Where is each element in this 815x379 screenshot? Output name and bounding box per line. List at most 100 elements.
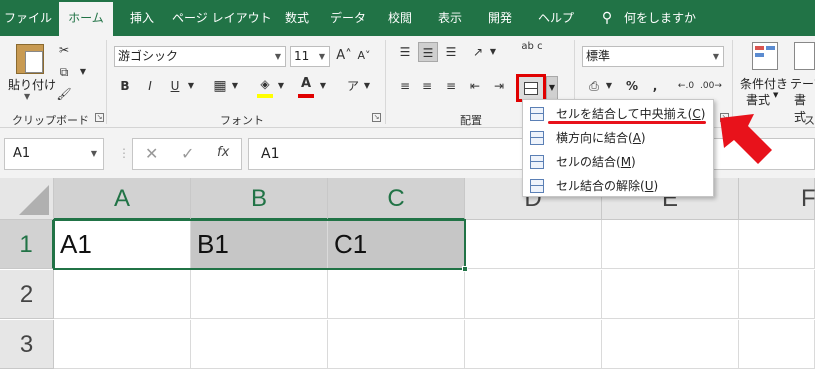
tab-file[interactable]: ファイル [4, 0, 52, 36]
align-middle-icon[interactable]: ☰ [418, 42, 438, 62]
format-as-table-label[interactable]: テーブ [790, 75, 815, 92]
cell-e3[interactable] [602, 320, 739, 369]
align-center-icon[interactable]: ≡ [418, 76, 436, 96]
tell-me-box[interactable]: 何をしますか [624, 0, 696, 36]
increase-decimal-icon[interactable]: ←.0 [676, 76, 696, 96]
cell-a3[interactable] [54, 320, 191, 369]
align-left-icon[interactable]: ≡ [396, 76, 414, 96]
phonetic-chevron-down-icon[interactable]: ▼ [362, 76, 372, 96]
italic-button[interactable]: I [143, 76, 157, 96]
tab-page-layout[interactable]: ページ レイアウト [172, 0, 272, 36]
tab-review[interactable]: 校閲 [382, 0, 418, 36]
row-header-3[interactable]: 3 [0, 320, 54, 369]
cell-d2[interactable] [465, 270, 602, 319]
font-name-combo[interactable]: 游ゴシック ▼ [114, 46, 286, 67]
tab-developer[interactable]: 開発 [482, 0, 518, 36]
copy-icon[interactable]: ⧉ [56, 62, 72, 82]
cell-b3[interactable] [191, 320, 328, 369]
insert-function-icon[interactable]: fx [217, 145, 229, 160]
conditional-chevron-down-icon[interactable]: ▼ [773, 91, 778, 99]
menu-item-merge-cells[interactable]: セルの結合(M) [523, 150, 713, 174]
paste-chevron-down-icon[interactable]: ▼ [24, 92, 30, 101]
cell-e1[interactable] [602, 220, 739, 269]
accounting-format-icon[interactable]: ⎙ [584, 76, 604, 96]
fill-color-icon[interactable]: ◈ [256, 74, 274, 94]
align-bottom-icon[interactable]: ☰ [442, 42, 460, 62]
format-painter-icon[interactable]: 🖌 [56, 84, 72, 104]
copy-chevron-down-icon[interactable]: ▼ [78, 62, 88, 82]
font-color-icon[interactable]: A [298, 74, 314, 94]
decrease-indent-icon[interactable]: ⇤ [466, 76, 484, 96]
enter-icon[interactable]: ✓ [181, 144, 194, 163]
cell-f2[interactable] [739, 270, 815, 319]
cut-icon[interactable]: ✂ [56, 40, 72, 60]
select-all-corner[interactable] [0, 178, 54, 220]
cell-b2[interactable] [191, 270, 328, 319]
cell-f1[interactable] [739, 220, 815, 269]
cell-e2[interactable] [602, 270, 739, 319]
tab-data[interactable]: データ [328, 0, 368, 36]
border-icon[interactable]: ▦ [212, 76, 228, 96]
chevron-down-icon[interactable]: ▼ [315, 47, 329, 66]
cell-c2[interactable] [328, 270, 465, 319]
phonetic-icon[interactable]: ア [344, 76, 362, 96]
orientation-chevron-down-icon[interactable]: ▼ [488, 42, 498, 62]
orientation-icon[interactable]: ↗ [468, 42, 488, 62]
cell-d1[interactable] [465, 220, 602, 269]
paste-icon[interactable] [16, 44, 44, 74]
column-header-b[interactable]: B [191, 178, 328, 220]
cell-c3[interactable] [328, 320, 465, 369]
tab-formulas[interactable]: 数式 [280, 0, 314, 36]
column-header-a[interactable]: A [54, 178, 191, 220]
column-header-f[interactable]: F [739, 178, 815, 220]
merge-chevron-down-icon[interactable]: ▼ [546, 76, 558, 100]
fill-color-swatch [257, 94, 273, 98]
name-box[interactable]: A1 ▼ [4, 138, 104, 170]
align-top-icon[interactable]: ☰ [396, 42, 414, 62]
fill-chevron-down-icon[interactable]: ▼ [276, 76, 286, 96]
conditional-format-label[interactable]: 条件付き [740, 75, 788, 92]
formula-bar-drag-icon[interactable]: ⋮ [118, 146, 130, 160]
font-launcher-icon[interactable]: ↘ [372, 113, 381, 122]
cell-d3[interactable] [465, 320, 602, 369]
tab-help[interactable]: ヘルプ [534, 0, 578, 36]
menu-item-unmerge-cells[interactable]: セル結合の解除(U) [523, 174, 713, 198]
shrink-font-icon[interactable]: A˅ [356, 46, 372, 66]
merge-center-button[interactable] [516, 74, 546, 102]
underline-button[interactable]: U [168, 76, 182, 96]
tab-home[interactable]: ホーム [59, 2, 113, 36]
chevron-down-icon[interactable]: ▼ [709, 47, 723, 66]
border-chevron-down-icon[interactable]: ▼ [230, 76, 240, 96]
font-color-chevron-down-icon[interactable]: ▼ [318, 76, 328, 96]
underline-chevron-down-icon[interactable]: ▼ [186, 76, 196, 96]
fill-handle[interactable] [462, 266, 468, 272]
menu-item-merge-across[interactable]: 横方向に結合(A) [523, 126, 713, 150]
comma-style-button[interactable]: , [648, 76, 662, 96]
row-header-1[interactable]: 1 [0, 220, 54, 269]
number-format-combo[interactable]: 標準 ▼ [582, 46, 724, 67]
chevron-down-icon[interactable]: ▼ [91, 139, 97, 169]
tab-view[interactable]: 表示 [432, 0, 468, 36]
clipboard-launcher-icon[interactable]: ↘ [95, 113, 104, 122]
decrease-decimal-icon[interactable]: .00→ [700, 76, 722, 96]
row-header-2[interactable]: 2 [0, 270, 54, 319]
increase-indent-icon[interactable]: ⇥ [490, 76, 508, 96]
cancel-icon[interactable]: ✕ [145, 144, 158, 163]
conditional-format-label-2[interactable]: 書式 [746, 91, 770, 108]
percent-style-button[interactable]: % [624, 76, 640, 96]
align-right-icon[interactable]: ≡ [442, 76, 460, 96]
tab-insert[interactable]: 挿入 [122, 0, 162, 36]
font-size-combo[interactable]: 11 ▼ [290, 46, 330, 67]
annotation-underline [548, 121, 706, 124]
wrap-text-icon[interactable]: ab c [520, 42, 544, 62]
grow-font-icon[interactable]: A˄ [336, 46, 352, 66]
format-as-table-icon[interactable] [794, 42, 815, 70]
cell-f3[interactable] [739, 320, 815, 369]
paste-button-label[interactable]: 貼り付け [8, 76, 56, 93]
chevron-down-icon[interactable]: ▼ [271, 47, 285, 66]
conditional-format-icon[interactable] [752, 42, 778, 70]
bold-button[interactable]: B [118, 76, 132, 96]
cell-a2[interactable] [54, 270, 191, 319]
accounting-chevron-down-icon[interactable]: ▼ [604, 76, 614, 96]
column-header-c[interactable]: C [328, 178, 465, 220]
